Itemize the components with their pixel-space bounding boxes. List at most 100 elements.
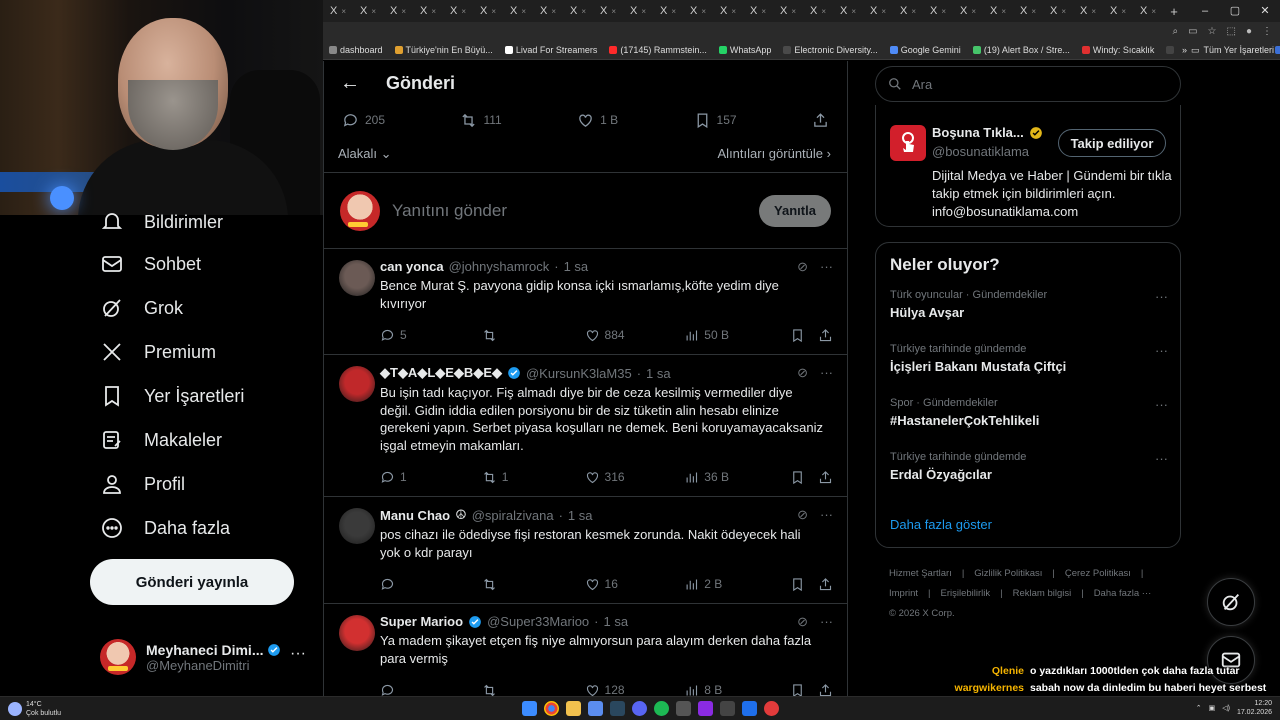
app-icon[interactable] [720, 701, 735, 716]
account-name[interactable]: Boşuna Tıkla... [932, 125, 1024, 140]
reply-tweet[interactable]: Super Marioo @Super33Marioo · 1 sa ⊘ ··· Ya ma… [324, 604, 847, 710]
more-options-icon[interactable]: ··· [820, 507, 833, 523]
timestamp[interactable]: 1 sa [564, 259, 589, 274]
footer-link[interactable]: Hizmet Şartları [889, 568, 952, 579]
nav-item-premium[interactable]: Premium [100, 337, 216, 367]
footer-link[interactable]: Daha fazla ··· [1094, 588, 1152, 599]
nav-item-more[interactable]: Daha fazla [100, 513, 230, 543]
trend-item[interactable]: Türkiye tarihinde gündemde Erdal Özyağcıl… [890, 451, 1168, 482]
views-button[interactable]: 2 B [684, 577, 790, 592]
author-name[interactable]: Manu Chao [380, 508, 450, 523]
browser-tab[interactable]: X × [683, 0, 713, 22]
back-arrow-icon[interactable]: ← [340, 72, 360, 95]
tab-close-icon[interactable]: × [761, 7, 766, 16]
close-window-button[interactable]: ✕ [1250, 0, 1280, 22]
bookmark-item[interactable]: WhatsApp [713, 45, 778, 55]
browser-tab[interactable]: X × [803, 0, 833, 22]
tab-close-icon[interactable]: × [341, 7, 346, 16]
repost-button[interactable]: 1 [482, 470, 585, 485]
view-quotes-link[interactable]: Alıntıları görüntüle › [718, 146, 831, 161]
footer-link[interactable]: Imprint [889, 588, 918, 599]
browser-tab[interactable]: X × [953, 0, 983, 22]
tab-close-icon[interactable]: × [491, 7, 496, 16]
browser-tab[interactable]: X × [743, 0, 773, 22]
tab-close-icon[interactable]: × [701, 7, 706, 16]
tab-close-icon[interactable]: × [551, 7, 556, 16]
trend-item[interactable]: Türkiye tarihinde gündemde İçişleri Bakan… [890, 343, 1168, 374]
browser-tab[interactable]: X × [863, 0, 893, 22]
chrome-icon[interactable] [544, 701, 559, 716]
browser-tab[interactable]: X × [593, 0, 623, 22]
clock[interactable]: 12:20 17.02.2026 [1237, 699, 1272, 717]
reply-tweet[interactable]: can yonca @johnyshamrock · 1 sa ⊘ ··· Bence Mu… [324, 249, 847, 355]
tab-close-icon[interactable]: × [1031, 7, 1036, 16]
tray-chevron-icon[interactable]: ⌃ [1196, 704, 1202, 712]
bookmarks-stat[interactable]: 157 [694, 112, 737, 129]
browser-tab[interactable]: X × [923, 0, 953, 22]
account-switcher[interactable]: Meyhaneci Dimi... @MeyhaneDimitri ··· [100, 635, 310, 679]
more-options-icon[interactable]: ··· [1155, 397, 1168, 412]
more-options-icon[interactable]: ··· [820, 614, 833, 630]
tab-close-icon[interactable]: × [791, 7, 796, 16]
share-button[interactable] [818, 577, 833, 592]
browser-tab[interactable]: X × [1133, 0, 1163, 22]
reposts-stat[interactable]: 111 [460, 112, 502, 129]
tab-close-icon[interactable]: × [521, 7, 526, 16]
bookmark-item[interactable]: Google Gemini [884, 45, 967, 55]
bookmark-star-icon[interactable]: ☆ [1208, 26, 1217, 37]
timestamp[interactable]: 1 sa [646, 366, 671, 381]
reply-button[interactable]: 1 [380, 470, 482, 485]
share-button[interactable] [812, 112, 829, 129]
bookmark-button[interactable] [790, 577, 818, 592]
tab-close-icon[interactable]: × [371, 7, 376, 16]
like-button[interactable]: 884 [585, 328, 685, 343]
author-handle[interactable]: @spiralzivana [472, 508, 554, 523]
views-button[interactable]: 50 B [684, 328, 790, 343]
tab-close-icon[interactable]: × [911, 7, 916, 16]
bookmark-item[interactable]: dashboard [323, 45, 389, 55]
browser-tab[interactable]: X × [353, 0, 383, 22]
browser-tab[interactable]: X × [983, 0, 1013, 22]
nav-item-grok[interactable]: Grok [100, 293, 183, 323]
sort-dropdown[interactable]: Alakalı ⌄ [338, 146, 392, 162]
tab-close-icon[interactable]: × [671, 7, 676, 16]
tab-close-icon[interactable]: × [731, 7, 736, 16]
network-icon[interactable]: ▣ [1209, 704, 1216, 712]
author-name[interactable]: ◆T◆A◆L◆E◆B◆E◆ [380, 365, 502, 381]
tab-close-icon[interactable]: × [401, 7, 406, 16]
bookmark-item[interactable]: (19) Alert Box / Stre... [967, 45, 1076, 55]
author-name[interactable]: Super Marioo [380, 614, 463, 629]
repost-button[interactable] [482, 328, 585, 343]
cast-icon[interactable]: ▭ [1188, 26, 1197, 37]
timestamp[interactable]: 1 sa [568, 508, 593, 523]
browser-tab[interactable]: X × [473, 0, 503, 22]
more-options-icon[interactable]: ··· [1155, 451, 1168, 466]
new-tab-button[interactable]: + [1163, 4, 1185, 19]
grok-fab[interactable] [1207, 578, 1255, 626]
browser-tab[interactable]: X × [503, 0, 533, 22]
tab-close-icon[interactable]: × [1091, 7, 1096, 16]
browser-tab[interactable]: X × [383, 0, 413, 22]
grok-explain-icon[interactable]: ⊘ [797, 365, 808, 381]
browser-tab[interactable]: X × [1043, 0, 1073, 22]
browser-tab[interactable]: X × [893, 0, 923, 22]
windows-start-icon[interactable] [522, 701, 537, 716]
avatar[interactable] [339, 260, 375, 296]
more-options-icon[interactable]: ··· [1155, 343, 1168, 358]
share-button[interactable] [818, 470, 833, 485]
profile-icon-browser[interactable]: ● [1246, 26, 1252, 37]
footer-link[interactable]: Çerez Politikası [1065, 568, 1131, 579]
search-bar[interactable]: Ara [875, 66, 1181, 102]
app-icon[interactable] [676, 701, 691, 716]
grok-explain-icon[interactable]: ⊘ [797, 507, 808, 523]
tab-close-icon[interactable]: × [971, 7, 976, 16]
app-icon[interactable] [588, 701, 603, 716]
nav-item-chat[interactable]: Sohbet [100, 249, 201, 279]
browser-tab[interactable]: X × [443, 0, 473, 22]
extensions-icon[interactable]: ⬚ [1227, 26, 1236, 37]
post-button[interactable]: Gönderi yayınla [90, 559, 294, 605]
app-icon[interactable] [698, 701, 713, 716]
like-button[interactable]: 16 [585, 577, 685, 592]
volume-icon[interactable]: ◁) [1222, 704, 1230, 712]
browser-tab[interactable]: X × [1073, 0, 1103, 22]
